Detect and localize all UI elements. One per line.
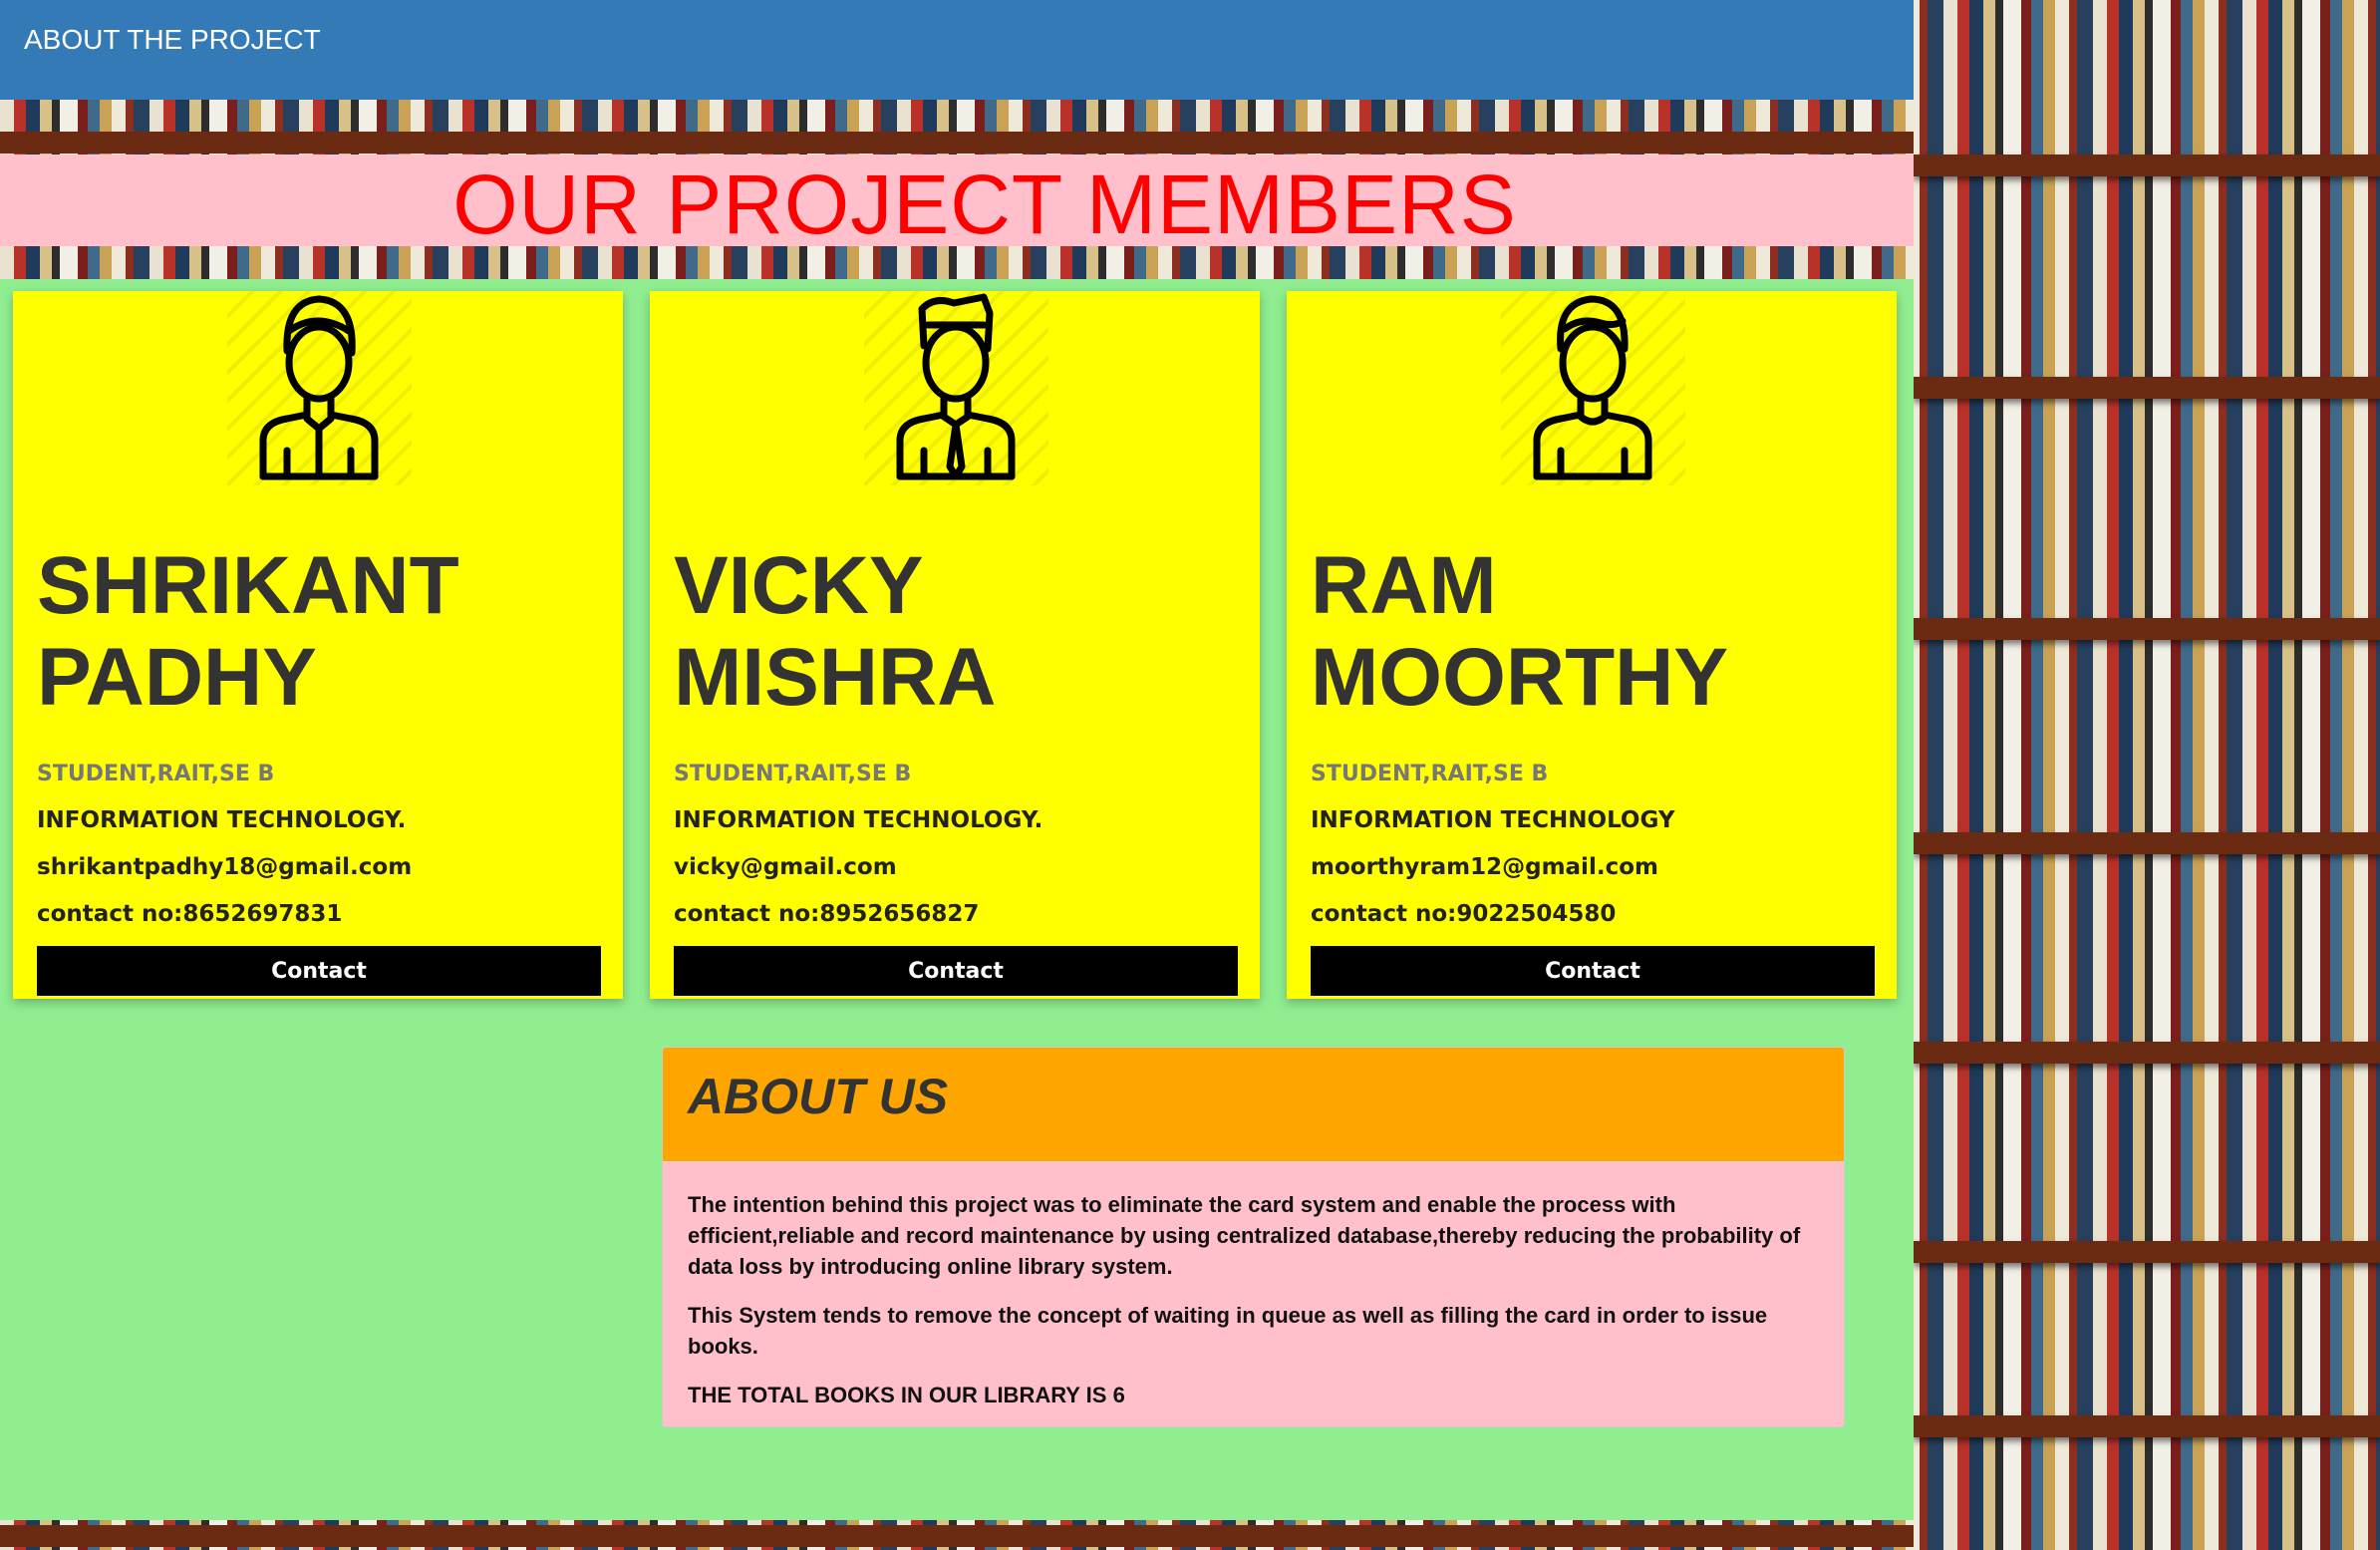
about-us-body: The intention behind this project was to…: [688, 1189, 1824, 1426]
member-department: INFORMATION TECHNOLOGY.: [674, 807, 1043, 833]
member-name: RAM MOORTHY: [1311, 540, 1729, 723]
shelf-edge: [1914, 1042, 2380, 1064]
member-email: vicky@gmail.com: [674, 854, 897, 880]
shelf-edge: [0, 1525, 1914, 1547]
shelf-edge: [1914, 832, 2380, 854]
member-email: moorthyram12@gmail.com: [1311, 854, 1658, 880]
member-department: INFORMATION TECHNOLOGY.: [37, 807, 407, 833]
shelf-edge: [1914, 377, 2380, 399]
about-paragraph: The intention behind this project was to…: [688, 1192, 1801, 1279]
member-department: INFORMATION TECHNOLOGY: [1311, 807, 1675, 833]
navbar: ABOUT THE PROJECT: [0, 0, 1914, 100]
member-email: shrikantpadhy18@gmail.com: [37, 854, 413, 880]
about-us-heading: ABOUT US: [688, 1069, 949, 1124]
member-role: STUDENT,RAIT,SE B: [1311, 762, 1549, 786]
about-paragraph: This System tends to remove the concept …: [688, 1303, 1768, 1359]
member-card: SHRIKANT PADHY STUDENT,RAIT,SE B INFORMA…: [13, 291, 623, 999]
navbar-brand-link[interactable]: ABOUT THE PROJECT: [24, 24, 321, 56]
user-avatar-icon: [1501, 291, 1685, 485]
about-us-panel: ABOUT US The intention behind this proje…: [662, 1047, 1845, 1427]
member-role: STUDENT,RAIT,SE B: [37, 762, 275, 786]
member-phone: contact no:8652697831: [37, 901, 343, 927]
page-title: OUR PROJECT MEMBERS: [452, 157, 1517, 251]
user-avatar-icon: [227, 291, 412, 485]
contact-button[interactable]: Contact: [674, 946, 1238, 996]
member-name: VICKY MISHRA: [674, 540, 997, 723]
main-content: SHRIKANT PADHY STUDENT,RAIT,SE B INFORMA…: [0, 279, 1914, 1520]
member-phone: contact no:9022504580: [1311, 901, 1617, 927]
member-card: RAM MOORTHY STUDENT,RAIT,SE B INFORMATIO…: [1287, 291, 1897, 999]
shelf-edge: [1914, 1415, 2380, 1437]
member-name: SHRIKANT PADHY: [37, 540, 459, 723]
shelf-edge: [1914, 1241, 2380, 1263]
contact-button[interactable]: Contact: [1311, 946, 1875, 996]
shelf-edge: [1914, 618, 2380, 640]
shelf-edge: [1914, 155, 2380, 176]
about-us-header: ABOUT US: [663, 1048, 1844, 1162]
contact-button[interactable]: Contact: [37, 946, 601, 996]
member-phone: contact no:8952656827: [674, 901, 980, 927]
total-books-text: THE TOTAL BOOKS IN OUR LIBRARY IS 6: [688, 1383, 1125, 1407]
member-role: STUDENT,RAIT,SE B: [674, 762, 912, 786]
user-avatar-icon: [864, 291, 1048, 485]
member-card: VICKY MISHRA STUDENT,RAIT,SE B INFORMATI…: [650, 291, 1260, 999]
members-banner: OUR PROJECT MEMBERS: [0, 155, 1914, 251]
shelf-edge: [0, 132, 1914, 154]
